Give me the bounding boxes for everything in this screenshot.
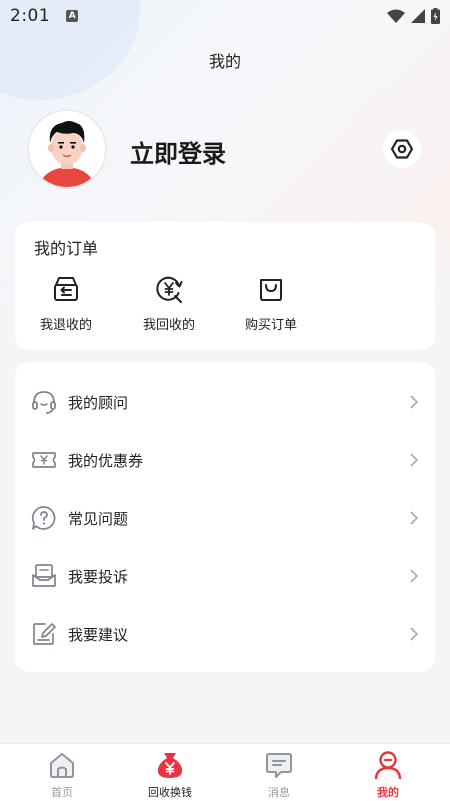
order-item-recycled[interactable]: 我回收的: [129, 274, 209, 333]
notification-badge: A: [66, 10, 79, 22]
menu-item-coupons[interactable]: 我的优惠券: [15, 431, 435, 489]
tab-label: 回收换钱: [148, 786, 192, 799]
tab-home[interactable]: 首页: [22, 750, 102, 800]
menu-item-label: 常见问题: [68, 509, 129, 528]
chevron-right-icon: [410, 453, 419, 467]
edit-icon: [33, 623, 56, 645]
avatar[interactable]: [27, 109, 107, 189]
return-box-icon: [54, 277, 78, 301]
page-title: 我的: [208, 52, 241, 71]
menu-item-label: 我的优惠券: [68, 451, 144, 470]
shopping-bag-icon: [260, 279, 282, 301]
menu-item-advisor[interactable]: 我的顾问: [15, 373, 435, 431]
coupon-icon: [32, 452, 56, 468]
settings-hexagon-icon: [391, 139, 413, 159]
battery-icon: [431, 8, 440, 24]
signal-icon: [411, 9, 425, 23]
menu-item-suggestion[interactable]: 我要建议: [15, 605, 435, 663]
wifi-icon: [387, 9, 405, 23]
orders-card: 我的订单 我退收的 我回收的 购买订单: [15, 222, 435, 350]
order-item-returned[interactable]: 我退收的: [26, 274, 106, 333]
menu-card: 我的顾问 我的优惠券 常见问题 我要投诉 我要建议: [15, 362, 435, 672]
chevron-right-icon: [410, 627, 419, 641]
order-item-label: 我回收的: [142, 318, 195, 333]
menu-item-label: 我要建议: [68, 625, 129, 644]
login-button[interactable]: 立即登录: [130, 134, 226, 169]
message-icon: [266, 753, 292, 778]
menu-item-label: 我要投诉: [68, 567, 129, 586]
chevron-right-icon: [410, 569, 419, 583]
chevron-right-icon: [410, 395, 419, 409]
complaint-mail-icon: [32, 564, 56, 587]
tab-bar: 首页 回收换钱 消息 我的: [0, 743, 450, 801]
question-icon: [31, 506, 56, 530]
order-item-label: 购买订单: [244, 318, 297, 333]
tab-label: 消息: [268, 786, 290, 799]
tab-recycle-money[interactable]: 回收换钱: [130, 750, 210, 800]
menu-item-faq[interactable]: 常见问题: [15, 489, 435, 547]
money-bag-icon: [157, 753, 183, 778]
avatar-illustration: [29, 111, 105, 187]
yuan-recycle-icon: [156, 276, 183, 303]
home-icon: [50, 753, 74, 778]
menu-item-label: 我的顾问: [68, 393, 129, 412]
order-item-purchase[interactable]: 购买订单: [231, 274, 311, 333]
settings-button[interactable]: [383, 130, 421, 168]
order-item-label: 我退收的: [39, 318, 92, 333]
tab-mine[interactable]: 我的: [348, 750, 428, 800]
user-icon: [374, 751, 402, 780]
menu-item-complaint[interactable]: 我要投诉: [15, 547, 435, 605]
tab-messages[interactable]: 消息: [239, 750, 319, 800]
orders-title: 我的订单: [34, 239, 99, 258]
status-time: 2:01: [10, 6, 51, 26]
tab-label: 首页: [51, 786, 73, 799]
status-icons: [387, 8, 440, 24]
status-bar: 2:01 A: [0, 0, 450, 32]
chevron-right-icon: [410, 511, 419, 525]
tab-label: 我的: [377, 786, 399, 799]
headset-icon: [32, 391, 56, 414]
